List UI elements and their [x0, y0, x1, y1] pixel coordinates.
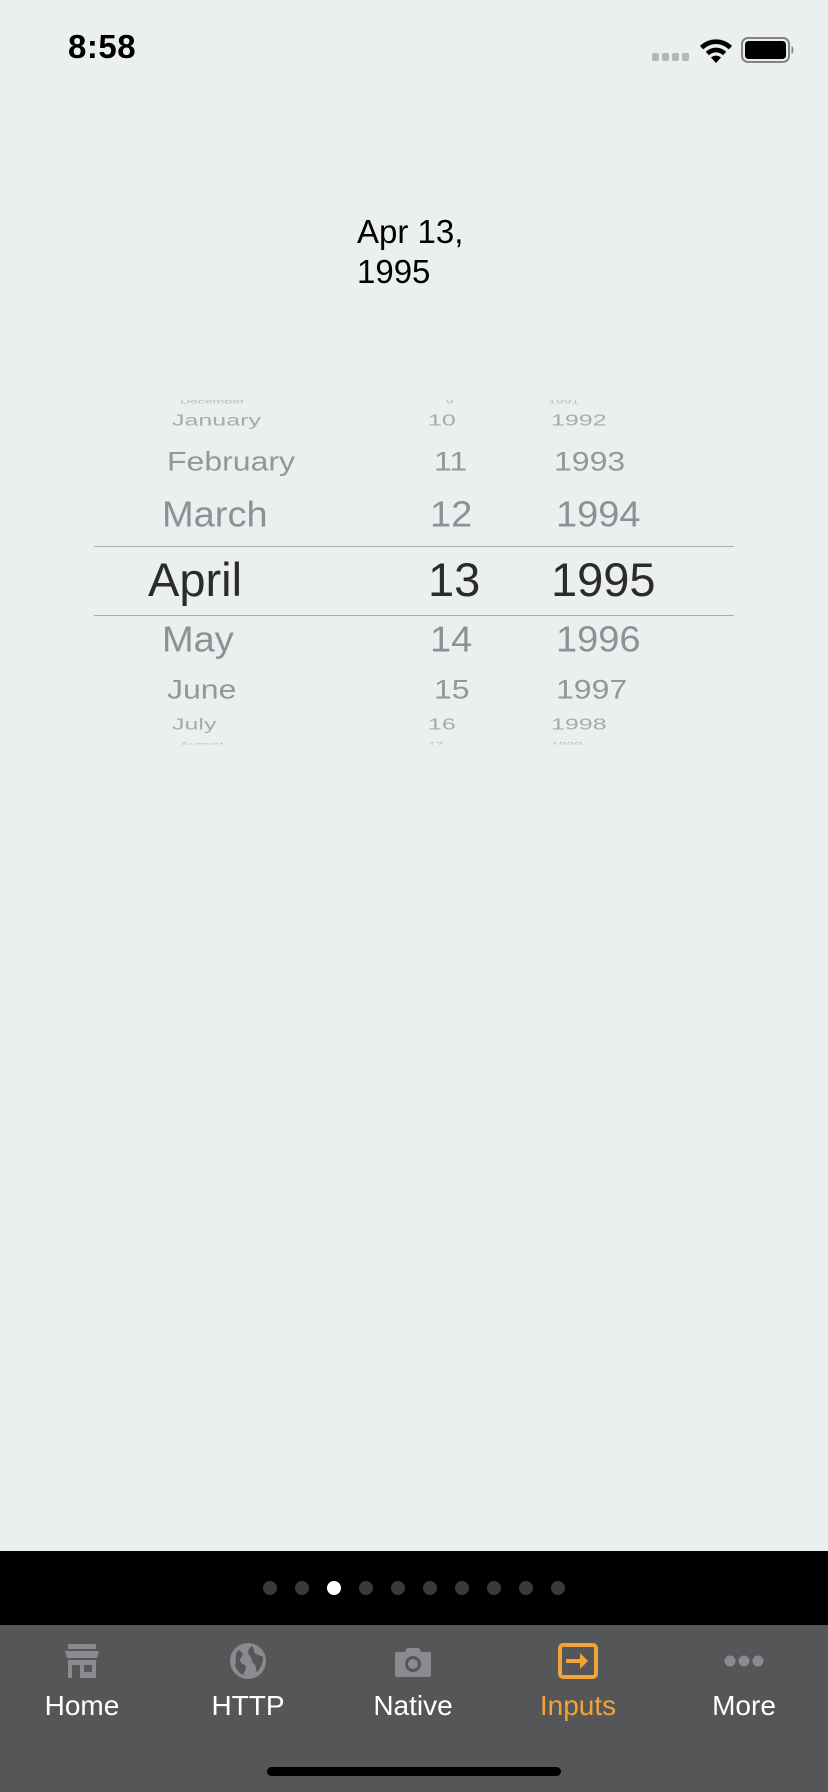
- picker-month-item[interactable]: March: [162, 495, 268, 536]
- picker-year-item[interactable]: 1991: [548, 400, 579, 405]
- tab-inputs-label: Inputs: [539, 1690, 617, 1721]
- input-icon: [558, 1643, 598, 1679]
- page-dot[interactable]: [455, 1581, 469, 1595]
- tab-home-label: Home: [44, 1690, 120, 1721]
- picker-month-item[interactable]: June: [167, 674, 236, 705]
- battery-icon: [741, 37, 794, 63]
- camera-icon: [395, 1648, 431, 1677]
- tab-home[interactable]: Home: [12, 1625, 152, 1740]
- picker-month-item[interactable]: July: [172, 716, 216, 734]
- more-dots-icon: [724, 1655, 764, 1667]
- selected-date-line-2: 1995: [357, 253, 431, 290]
- picker-year-item[interactable]: 1992: [551, 412, 607, 430]
- picker-month-item[interactable]: April: [148, 552, 242, 607]
- picker-day-item[interactable]: 15: [434, 674, 470, 705]
- picker-month-item[interactable]: February: [167, 446, 295, 477]
- status-bar: 8:58: [0, 0, 828, 100]
- tab-bar: Home HTTP Native Inputs More: [0, 1625, 828, 1792]
- tab-http-label: HTTP: [211, 1690, 285, 1721]
- wifi-icon: [700, 39, 732, 63]
- tab-http[interactable]: HTTP: [178, 1625, 318, 1740]
- page-dot[interactable]: [391, 1581, 405, 1595]
- date-picker[interactable]: December January February March April May June…: [0, 400, 828, 756]
- selected-date-line-1: Apr 13,: [357, 213, 464, 250]
- page-dot[interactable]: [519, 1581, 533, 1595]
- page-dot[interactable]: [263, 1581, 277, 1595]
- page-dot[interactable]: [295, 1581, 309, 1595]
- tab-inputs[interactable]: Inputs: [508, 1625, 648, 1740]
- picker-day-item[interactable]: 14: [430, 620, 472, 661]
- picker-month-item[interactable]: December: [180, 400, 245, 405]
- picker-month-item[interactable]: January: [172, 412, 261, 430]
- cellular-signal-icon: [652, 53, 690, 61]
- page-dot[interactable]: [551, 1581, 565, 1595]
- picker-year-item[interactable]: 1997: [556, 674, 627, 705]
- picker-day-item[interactable]: 13: [428, 552, 480, 607]
- picker-year-item[interactable]: 1996: [556, 620, 641, 661]
- store-icon: [65, 1644, 99, 1678]
- picker-day-item[interactable]: 11: [434, 446, 467, 477]
- picker-year-item[interactable]: 1998: [551, 716, 607, 734]
- tab-more[interactable]: More: [674, 1625, 814, 1740]
- picker-selection-bottom-line: [94, 615, 734, 616]
- home-indicator: [267, 1767, 561, 1776]
- picker-year-item[interactable]: 1999: [551, 741, 582, 745]
- tab-native-label: Native: [373, 1690, 453, 1721]
- picker-month-item[interactable]: August: [180, 741, 224, 745]
- picker-year-item[interactable]: 1994: [556, 495, 641, 536]
- page-dot[interactable]: [327, 1581, 341, 1595]
- picker-day-item[interactable]: 12: [430, 495, 472, 536]
- globe-icon: [230, 1643, 266, 1679]
- picker-day-item[interactable]: 10: [428, 412, 456, 430]
- tab-more-label: More: [712, 1690, 776, 1721]
- picker-selection-top-line: [94, 546, 734, 547]
- selected-date-label: Apr 13, 1995: [357, 212, 497, 292]
- picker-month-item[interactable]: May: [162, 620, 234, 661]
- page-dot[interactable]: [359, 1581, 373, 1595]
- picker-day-item[interactable]: 16: [428, 716, 456, 734]
- page-dot[interactable]: [487, 1581, 501, 1595]
- picker-year-item[interactable]: 1993: [554, 446, 625, 477]
- picker-year-item[interactable]: 1995: [551, 552, 656, 607]
- picker-day-item[interactable]: 9: [446, 400, 454, 405]
- picker-day-item[interactable]: 17: [428, 741, 444, 745]
- status-time: 8:58: [68, 28, 137, 65]
- tab-native[interactable]: Native: [343, 1625, 483, 1740]
- page-dot[interactable]: [423, 1581, 437, 1595]
- page-indicator[interactable]: [0, 1551, 828, 1625]
